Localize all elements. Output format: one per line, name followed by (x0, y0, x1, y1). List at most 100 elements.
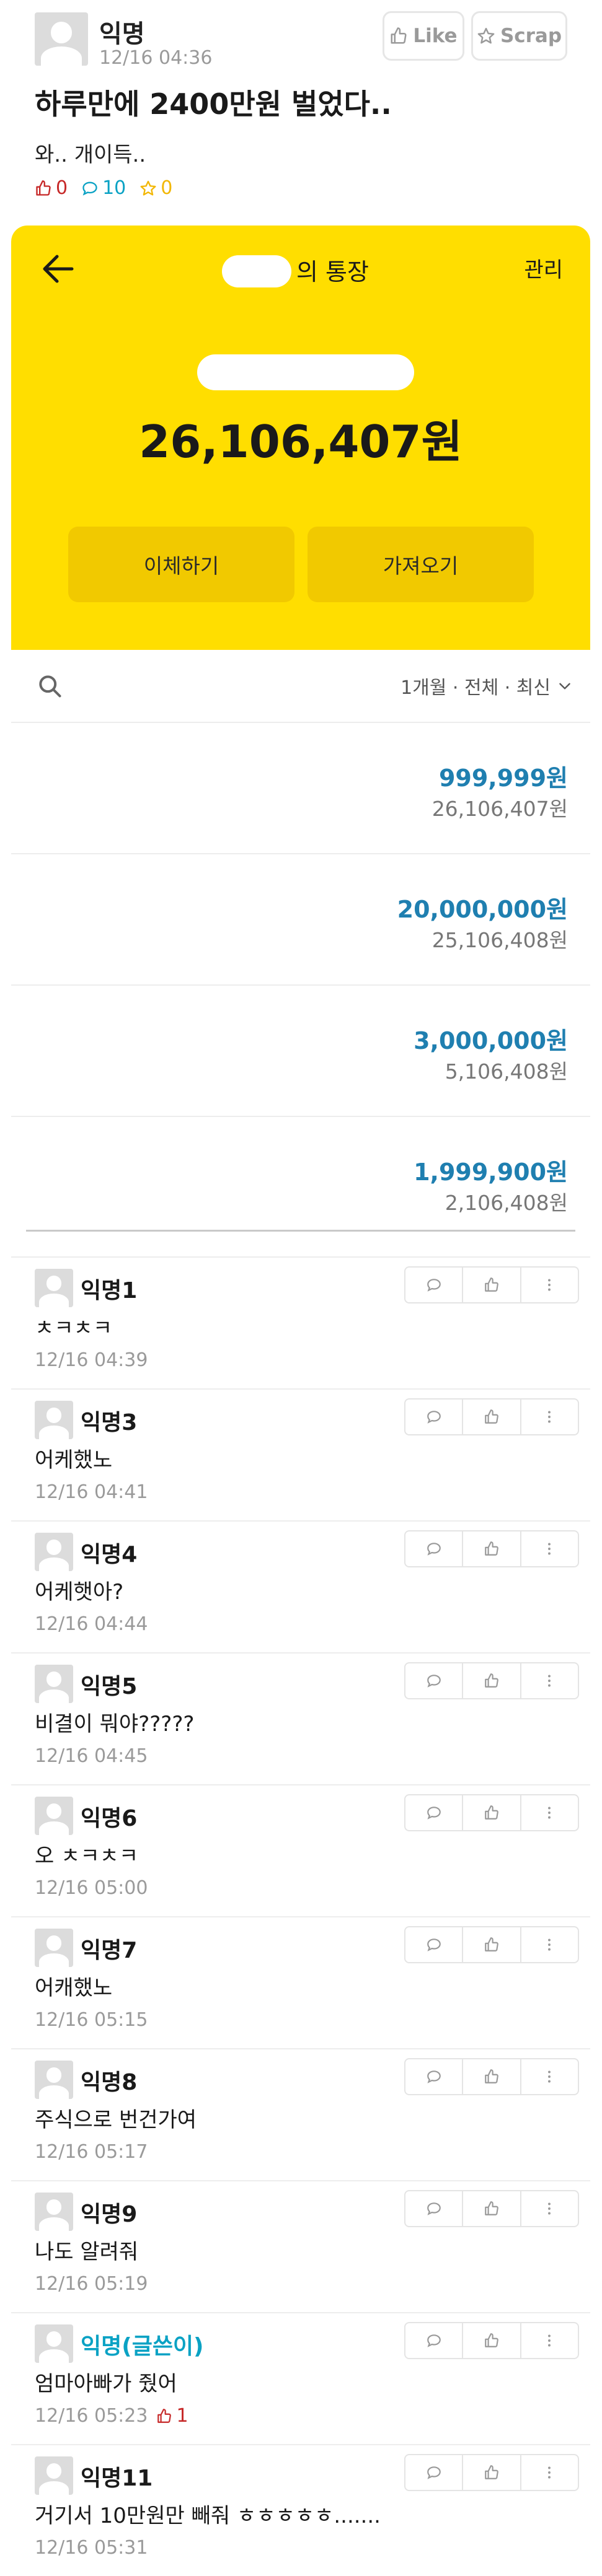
comment-icon (427, 2334, 441, 2347)
back-arrow-icon (43, 255, 74, 283)
comment-timestamp: 12/16 05:19 (35, 2273, 148, 2295)
post-header: 익명 12/16 04:36 Like Scrap 하루만에 2400만원 벌었… (0, 0, 602, 220)
comment-icon (427, 2466, 441, 2479)
thumbs-up-icon (485, 2465, 498, 2479)
comment-item: 익명4 어케햇아? 12/16 04:44 (11, 1520, 590, 1652)
comment-author: 익명4 (81, 1542, 138, 1567)
comment-actions (404, 1398, 579, 1435)
comment-item: 익명8 주식으로 번건가여 12/16 05:17 (11, 2048, 590, 2180)
reply-button[interactable] (405, 2323, 464, 2358)
avatar (35, 1269, 73, 1307)
more-options-button[interactable] (521, 1268, 578, 1302)
comment-actions (404, 1662, 579, 1699)
comment-text: 어케했노 (35, 1448, 113, 1473)
post-author: 익명 (99, 20, 145, 48)
comment-item: 익명7 어캐했노 12/16 05:15 (11, 1916, 590, 2048)
like-count-value: 0 (56, 177, 68, 199)
reply-button[interactable] (405, 2191, 464, 2226)
star-icon (477, 27, 495, 44)
comment-like-count: 1 (156, 2405, 188, 2427)
post-body: 와.. 개이득.. (35, 142, 146, 167)
comment-item: 익명11 거기서 10만원만 빼줘 ㅎㅎㅎㅎㅎ....... 12/16 05:… (11, 2444, 590, 2576)
more-options-button[interactable] (521, 2191, 578, 2226)
comment-author: 익명6 (81, 1806, 138, 1831)
thumbs-up-icon (157, 2408, 172, 2423)
transaction-filter: 1개월 · 전체 · 최신 (401, 672, 573, 699)
comment-actions (404, 2190, 579, 2227)
post-timestamp: 12/16 04:36 (99, 47, 213, 69)
avatar (35, 1797, 73, 1835)
reply-button[interactable] (405, 1268, 464, 1302)
avatar (35, 2193, 73, 2231)
more-vertical-icon (548, 1939, 551, 1951)
comment-like-button[interactable] (463, 2455, 521, 2490)
reply-button[interactable] (405, 1795, 464, 1830)
more-vertical-icon (548, 1279, 551, 1291)
comment-count: 10 (81, 177, 126, 199)
comment-text: 오 ㅊㅋㅊㅋ (35, 1844, 139, 1868)
reply-button[interactable] (405, 2455, 464, 2490)
comment-like-button[interactable] (463, 2323, 521, 2358)
reply-button[interactable] (405, 1663, 464, 1698)
more-vertical-icon (548, 2070, 551, 2083)
more-options-button[interactable] (521, 1400, 578, 1434)
comment-time-row: 12/16 04:39 (35, 1349, 148, 1371)
comment-time-row: 12/16 05:00 (35, 1877, 148, 1899)
comment-author: 익명9 (81, 2202, 138, 2227)
more-options-button[interactable] (521, 2323, 578, 2358)
transaction-balance: 2,106,408원 (445, 1191, 568, 1215)
avatar (35, 2061, 73, 2099)
comment-time-row: 12/16 04:45 (35, 1745, 148, 1767)
transaction-balance: 25,106,408원 (432, 928, 568, 952)
comment-item: 익명5 비결이 뭐야????? 12/16 04:45 (11, 1652, 590, 1784)
transaction-amount: 20,000,000원 (397, 896, 568, 923)
comment-time-row: 12/16 05:15 (35, 2009, 148, 2031)
comment-text: 비결이 뭐야????? (35, 1712, 195, 1737)
comment-like-button[interactable] (463, 1795, 521, 1830)
comment-icon (82, 181, 97, 196)
comment-actions (404, 2058, 579, 2095)
reply-button[interactable] (405, 1927, 464, 1962)
more-options-button[interactable] (521, 1927, 578, 1962)
scrap-count: 0 (139, 177, 172, 199)
scrap-button-label: Scrap (500, 25, 562, 47)
avatar (35, 2456, 73, 2495)
comment-actions (404, 1530, 579, 1567)
comment-timestamp: 12/16 05:31 (35, 2537, 148, 2559)
comment-item: 익명6 오 ㅊㅋㅊㅋ 12/16 05:00 (11, 1784, 590, 1916)
more-options-button[interactable] (521, 2059, 578, 2094)
comment-like-button[interactable] (463, 1663, 521, 1698)
avatar (35, 12, 88, 66)
more-options-button[interactable] (521, 2455, 578, 2490)
manage-link: 관리 (524, 258, 563, 283)
reply-button[interactable] (405, 2059, 464, 2094)
comment-like-button[interactable] (463, 1268, 521, 1302)
scrap-button[interactable]: Scrap (471, 11, 567, 61)
comment-icon (427, 1939, 441, 1952)
reply-button[interactable] (405, 1400, 464, 1434)
thumbs-up-icon (485, 1541, 498, 1556)
more-options-button[interactable] (521, 1531, 578, 1566)
comment-icon (427, 1543, 441, 1556)
more-vertical-icon (548, 2466, 551, 2479)
avatar (35, 1401, 73, 1439)
account-name: 의 통장 (296, 258, 369, 286)
transaction-row: 20,000,000원 25,106,408원 (11, 854, 590, 986)
reply-button[interactable] (405, 1531, 464, 1566)
comment-like-value: 1 (176, 2405, 188, 2427)
like-button[interactable]: Like (383, 11, 464, 61)
comment-like-button[interactable] (463, 1400, 521, 1434)
more-vertical-icon (548, 1807, 551, 1819)
comment-like-button[interactable] (463, 2191, 521, 2226)
comment-icon (427, 2070, 441, 2083)
avatar (35, 1665, 73, 1703)
comment-like-button[interactable] (463, 2059, 521, 2094)
comment-like-button[interactable] (463, 1927, 521, 1962)
comment-like-button[interactable] (463, 1531, 521, 1566)
transaction-amount: 3,000,000원 (414, 1027, 568, 1054)
more-options-button[interactable] (521, 1663, 578, 1698)
redacted-account-number (197, 354, 414, 390)
comment-text: 거기서 10만원만 빼줘 ㅎㅎㅎㅎㅎ....... (35, 2504, 381, 2528)
more-vertical-icon (548, 1543, 551, 1555)
more-options-button[interactable] (521, 1795, 578, 1830)
